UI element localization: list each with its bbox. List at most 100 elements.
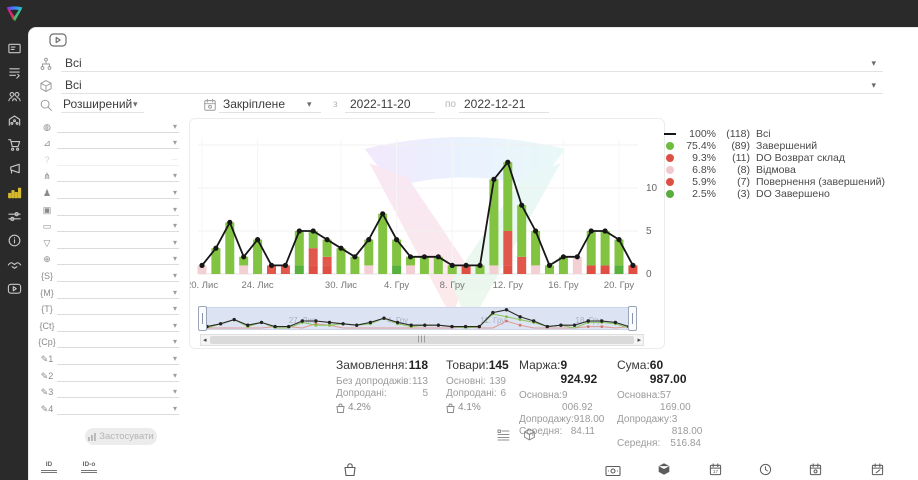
filter-manager-select[interactable]: ▾	[57, 186, 179, 199]
search-mode-value[interactable]: Розширений	[63, 97, 132, 111]
sidebar-item-video-lessons[interactable]	[0, 276, 28, 300]
stat-value: 9 924.92	[561, 358, 598, 386]
filter-payment-select[interactable]: ▾	[57, 219, 179, 232]
minimap-right-handle[interactable]	[628, 306, 637, 331]
legend-label: Всі	[756, 128, 771, 140]
stat-row-label: Допродажу:	[617, 414, 672, 438]
scroll-right-icon[interactable]: ▸	[637, 336, 641, 344]
filter-custom-4-select[interactable]: ▾	[57, 402, 179, 415]
dashboard-panel-icon	[7, 41, 22, 56]
legend-item[interactable]: 2.5% (3) DO Завершено	[663, 188, 913, 200]
search-mode-caret-icon[interactable]: ▾	[133, 99, 138, 110]
filter-utm-content-select[interactable]: ▾	[57, 319, 179, 332]
minimap-left-handle[interactable]	[198, 306, 207, 331]
sidebar-item-marketing[interactable]	[0, 156, 28, 180]
filter-row-custom-4: ✎4 ▾	[37, 398, 179, 415]
filter-web-select[interactable]: ▾	[57, 252, 179, 265]
legend-item[interactable]: 6.8% (8) Відмова	[663, 164, 913, 176]
sidebar-item-sales-cart[interactable]	[0, 132, 28, 156]
upsell-bag-icon	[336, 403, 345, 413]
search-mode-select[interactable]	[61, 112, 144, 113]
sidebar-item-dashboard-panel[interactable]	[0, 36, 28, 60]
time-column-icon[interactable]	[759, 463, 772, 480]
sidebar-item-analytics[interactable]	[0, 180, 28, 204]
apply-filters-button[interactable]: Застосувати	[85, 428, 157, 445]
date-to-label: по	[445, 99, 456, 110]
svg-text:4. Гру: 4. Гру	[384, 280, 409, 291]
landing-icon: ⊿	[37, 137, 57, 149]
stat-title: Товари:	[446, 358, 489, 372]
analytics-icon	[7, 185, 22, 200]
filter-utm-source-select[interactable]: ▾	[57, 269, 179, 282]
legend-item[interactable]: 100% (118) Всі	[663, 128, 913, 140]
product-filter-value[interactable]: Всі	[65, 78, 82, 92]
stat-row-value: 84.11	[571, 426, 595, 438]
product-column-icon[interactable]	[657, 462, 671, 480]
chart-minimap[interactable]: 27. Лис4. Гру11. Гру18. Гру	[202, 307, 634, 330]
filter-row-custom-1: ✎1 ▾	[37, 348, 179, 365]
calendar-edited-column-icon[interactable]	[871, 463, 884, 480]
marketing-icon	[7, 161, 22, 176]
period-mode-select[interactable]	[219, 112, 321, 113]
sidebar-item-company[interactable]	[0, 108, 28, 132]
bag-column-icon[interactable]	[343, 463, 357, 480]
legend-dot-marker-icon	[663, 190, 677, 198]
status-filter-value[interactable]: Всі	[65, 56, 82, 70]
date-to-input[interactable]: 2022-12-21	[464, 97, 525, 111]
filter-row-utm-medium: {M} ▾	[37, 282, 179, 299]
period-mode-value[interactable]: Закріплене	[223, 97, 285, 111]
sales-cart-icon	[7, 137, 22, 152]
filter-product-select[interactable]: ▾	[57, 203, 179, 216]
app-logo-icon[interactable]	[5, 5, 24, 23]
calendar-pinned-column-icon[interactable]	[809, 463, 822, 480]
filter-utm-medium-select[interactable]: ▾	[57, 286, 179, 299]
legend-item[interactable]: 5.9% (7) Повернення (завершений)	[663, 176, 913, 188]
sidebar-item-automation[interactable]	[0, 204, 28, 228]
filter-geo-select[interactable]: ▾	[57, 120, 179, 133]
svg-text:8. Гру: 8. Гру	[440, 280, 465, 291]
filter-row-web: ⊕ ▾	[37, 249, 179, 266]
order-id-column-icon[interactable]: ID	[41, 461, 57, 473]
payment-column-icon[interactable]	[605, 464, 621, 480]
upsell-bag-icon	[446, 403, 455, 413]
stat-title: Маржа:	[519, 358, 561, 386]
chart-scrollbar[interactable]: ◂ ||| ▸	[200, 334, 644, 346]
filter-utm-term-select[interactable]: ▾	[57, 302, 179, 315]
sidebar-item-partners[interactable]	[0, 252, 28, 276]
stat-title: Замовлення:	[336, 358, 408, 372]
scrollbar-thumb[interactable]: |||	[210, 336, 634, 344]
legend-item[interactable]: 75.4% (89) Завершений	[663, 140, 913, 152]
cube-view-icon[interactable]	[523, 428, 536, 446]
legend-item[interactable]: 9.3% (11) DO Возврат склад	[663, 152, 913, 164]
status-filter-select[interactable]	[61, 71, 883, 72]
filter-row-manager: ♟ ▾	[37, 182, 179, 199]
filter-structure-select[interactable]: ▾	[57, 169, 179, 182]
sidebar-item-clients[interactable]	[0, 84, 28, 108]
filter-utm-campaign-select[interactable]: ▾	[57, 335, 179, 348]
product-filter-caret-icon[interactable]: ▾	[871, 80, 876, 91]
scroll-left-icon[interactable]: ◂	[203, 336, 207, 344]
product-filter-select[interactable]	[61, 93, 883, 94]
geo-icon: ◍	[37, 121, 57, 133]
period-mode-caret-icon[interactable]: ▾	[307, 99, 312, 110]
calendar-date-column-icon[interactable]: 17	[709, 463, 722, 480]
sidebar-item-info[interactable]	[0, 228, 28, 252]
filter-landing-select[interactable]: ▾	[57, 136, 179, 149]
filter-custom-1-select[interactable]: ▾	[57, 352, 179, 365]
date-from-input[interactable]: 2022-11-20	[350, 97, 411, 111]
filter-unknown-select[interactable]: –	[57, 153, 179, 166]
utm-medium-icon: {M}	[37, 287, 57, 299]
list-view-icon[interactable]	[497, 428, 510, 446]
funnel-icon: ▽	[37, 237, 57, 249]
legend-line-marker-icon	[663, 133, 677, 135]
filter-custom-2-select[interactable]: ▾	[57, 369, 179, 382]
order-id-alt-column-icon[interactable]: ID-o	[81, 461, 97, 473]
sidebar-item-orders-list[interactable]	[0, 60, 28, 84]
filter-row-utm-content: {Ct} ▾	[37, 315, 179, 332]
status-filter-caret-icon[interactable]: ▾	[871, 58, 876, 69]
filter-custom-3-select[interactable]: ▾	[57, 385, 179, 398]
filter-funnel-select[interactable]: ▾	[57, 236, 179, 249]
video-tutorial-icon[interactable]	[49, 33, 67, 52]
top-bar	[0, 0, 918, 27]
legend-label: Повернення (завершений)	[756, 176, 885, 188]
